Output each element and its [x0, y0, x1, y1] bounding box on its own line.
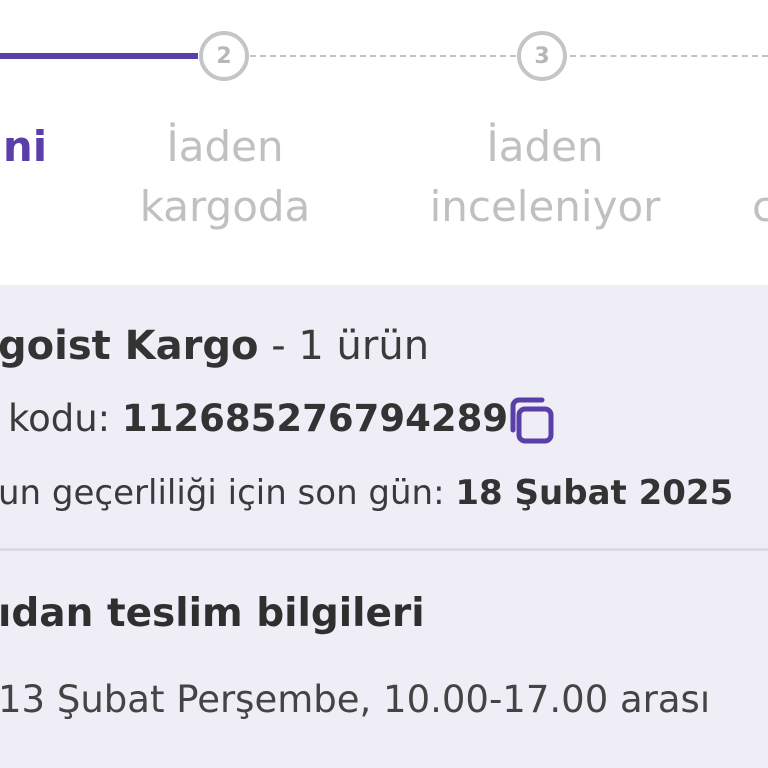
summary-separator: -: [271, 323, 286, 369]
validity-label: un geçerliliği için son gün:: [0, 473, 445, 513]
step-3-label-line-2: inceleniyor: [429, 182, 661, 231]
validity-row: un geçerliliği için son gün: 18 Şubat 20…: [0, 466, 733, 520]
delivery-info-detail: 13 Şubat Perşembe, 10.00-17.00 arası: [0, 678, 711, 721]
step-4-label-line: c: [752, 182, 768, 231]
delivery-info-heading: ıdan teslim bilgileri: [0, 591, 425, 636]
progress-line-pending: [250, 55, 516, 57]
step-3-number: 3: [534, 43, 550, 69]
step-2-circle: 2: [199, 31, 249, 81]
step-3-label-line-1: İaden: [486, 122, 604, 171]
progress-line-completed: [0, 53, 198, 59]
section-divider: [0, 548, 768, 551]
copy-icon[interactable]: [502, 394, 558, 450]
step-1-label-line: ni: [2, 122, 48, 171]
step-3-circle: 3: [517, 31, 567, 81]
step-1-label: ni: [0, 117, 60, 177]
step-2-label-line-2: kargoda: [139, 182, 311, 231]
return-code-value: 112685276794289: [121, 397, 509, 440]
item-count: 1 ürün: [298, 323, 430, 369]
step-3-label: İaden inceleniyor: [412, 117, 678, 237]
return-code-label: kodu:: [8, 397, 111, 440]
carrier-name: goist Kargo: [0, 323, 259, 369]
shipment-summary: goist Kargo - 1 ürün: [0, 318, 429, 374]
progress-line-pending: [570, 55, 768, 57]
return-code-row: kodu: 112685276794289: [8, 392, 508, 446]
validity-date: 18 Şubat 2025: [455, 473, 734, 513]
return-progress-stepper: 2 3 ni İaden kargoda İaden inceleniyor c: [0, 0, 768, 285]
step-2-label: İaden kargoda: [110, 117, 340, 237]
step-2-label-line-1: İaden: [166, 122, 284, 171]
step-2-number: 2: [216, 43, 232, 69]
step-4-label: c: [752, 177, 768, 237]
